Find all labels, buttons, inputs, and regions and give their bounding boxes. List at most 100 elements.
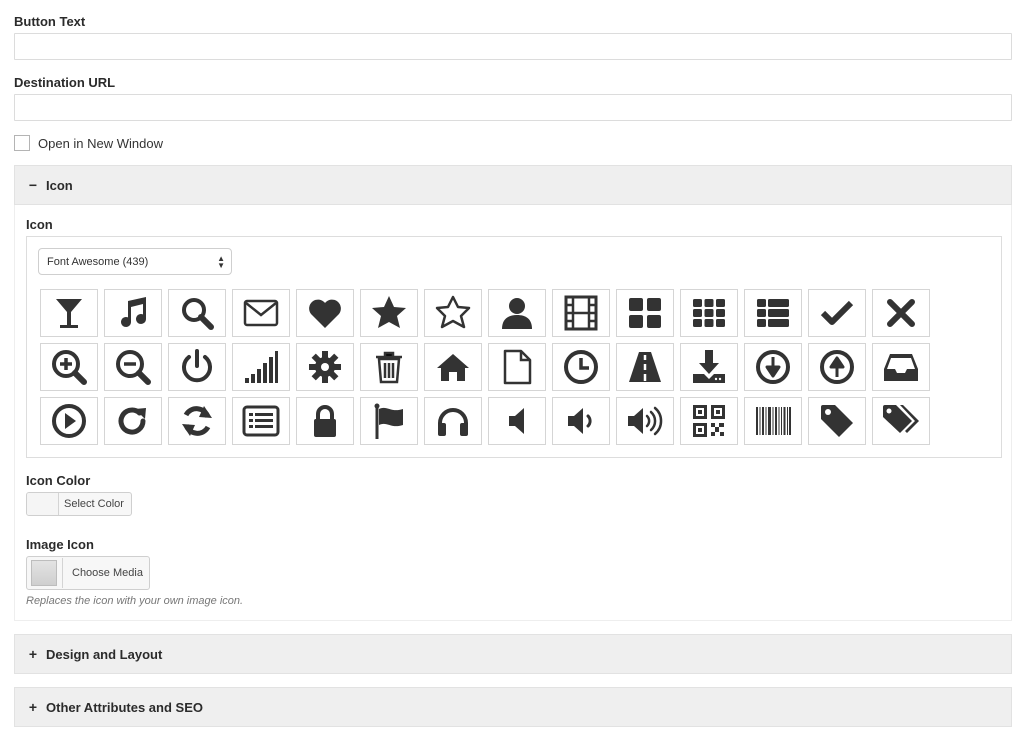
tags-icon — [883, 405, 919, 433]
icon-option[interactable] — [808, 397, 866, 445]
media-thumbnail — [31, 560, 57, 586]
icon-label: Icon — [26, 217, 53, 232]
icon-section-body: Icon Font Awesome (439) ▲ ▼ Icon Color Se… — [14, 205, 1012, 621]
icon-option[interactable] — [360, 289, 418, 337]
arrow-circle-down-icon — [756, 350, 790, 384]
check-icon — [820, 300, 854, 325]
arrow-circle-up-icon — [820, 350, 854, 384]
icon-option[interactable] — [488, 397, 546, 445]
home-icon — [437, 354, 469, 381]
icon-option[interactable] — [296, 397, 354, 445]
new-window-checkbox[interactable] — [14, 135, 30, 151]
signal-icon — [245, 351, 278, 383]
search-icon — [182, 298, 214, 330]
icon-set-selected: Font Awesome (439) — [47, 255, 149, 268]
new-window-option[interactable]: Open in New Window — [14, 135, 163, 151]
expand-icon: + — [28, 699, 38, 715]
choose-media-button[interactable]: Choose Media — [26, 556, 150, 590]
road-icon — [629, 352, 661, 382]
icon-option[interactable] — [232, 289, 290, 337]
new-window-label[interactable]: Open in New Window — [38, 136, 163, 151]
destination-url-input[interactable] — [14, 94, 1012, 121]
icon-option[interactable] — [872, 343, 930, 391]
other-section-title: Other Attributes and SEO — [46, 699, 203, 715]
icon-picker: Font Awesome (439) ▲ ▼ — [26, 236, 1002, 458]
refresh-icon — [182, 406, 212, 436]
envelope-icon — [243, 299, 279, 327]
trash-icon — [376, 351, 402, 384]
file-outline-icon — [503, 349, 532, 385]
icon-option[interactable] — [744, 397, 802, 445]
icon-option[interactable] — [808, 289, 866, 337]
button-text-label: Button Text — [14, 14, 86, 29]
icon-color-label: Icon Color — [26, 473, 91, 488]
select-color-button[interactable]: Select Color — [26, 492, 132, 516]
inbox-icon — [884, 354, 918, 381]
icon-option[interactable] — [872, 289, 930, 337]
repeat-icon — [118, 407, 146, 435]
icon-option[interactable] — [808, 343, 866, 391]
icon-option[interactable] — [232, 397, 290, 445]
icon-option[interactable] — [40, 289, 98, 337]
qrcode-icon — [693, 405, 725, 437]
barcode-icon — [756, 407, 791, 435]
star-outline-icon — [435, 295, 471, 329]
icon-option[interactable] — [680, 343, 738, 391]
lock-icon — [314, 405, 336, 437]
icon-option[interactable] — [488, 343, 546, 391]
icon-option[interactable] — [360, 397, 418, 445]
color-swatch — [27, 493, 59, 515]
heart-icon — [309, 299, 341, 328]
icon-option[interactable] — [872, 397, 930, 445]
icon-option[interactable] — [360, 343, 418, 391]
icon-option[interactable] — [40, 397, 98, 445]
icon-option[interactable] — [488, 289, 546, 337]
icon-option[interactable] — [296, 289, 354, 337]
times-icon — [887, 299, 915, 327]
icon-section-header[interactable]: − Icon — [14, 165, 1012, 205]
icon-option[interactable] — [104, 289, 162, 337]
icon-option[interactable] — [552, 397, 610, 445]
icon-option[interactable] — [168, 289, 226, 337]
icon-option[interactable] — [616, 289, 674, 337]
th-icon — [693, 299, 725, 327]
glass-icon — [56, 299, 82, 328]
headphones-icon — [438, 408, 468, 436]
icon-grid — [40, 289, 930, 445]
icon-option[interactable] — [744, 343, 802, 391]
icon-option[interactable] — [168, 343, 226, 391]
icon-option[interactable] — [40, 343, 98, 391]
icon-option[interactable] — [104, 343, 162, 391]
power-off-icon — [182, 349, 212, 383]
icon-option[interactable] — [104, 397, 162, 445]
music-icon — [121, 297, 146, 327]
list-alt-icon — [242, 405, 280, 437]
th-large-icon — [629, 298, 661, 328]
image-icon-label: Image Icon — [26, 537, 94, 552]
design-section-title: Design and Layout — [46, 646, 163, 662]
choose-media-label: Choose Media — [62, 558, 143, 588]
icon-option[interactable] — [232, 343, 290, 391]
icon-option[interactable] — [296, 343, 354, 391]
icon-option[interactable] — [744, 289, 802, 337]
user-icon — [502, 298, 532, 329]
icon-option[interactable] — [424, 343, 482, 391]
other-section-header[interactable]: + Other Attributes and SEO — [14, 687, 1012, 727]
icon-option[interactable] — [680, 289, 738, 337]
icon-option[interactable] — [616, 397, 674, 445]
button-text-input[interactable] — [14, 33, 1012, 60]
icon-option[interactable] — [424, 289, 482, 337]
icon-set-select[interactable]: Font Awesome (439) ▲ ▼ — [38, 248, 232, 275]
icon-option[interactable] — [680, 397, 738, 445]
icon-option[interactable] — [424, 397, 482, 445]
icon-option[interactable] — [552, 343, 610, 391]
zoom-in-icon — [52, 350, 87, 385]
icon-option[interactable] — [552, 289, 610, 337]
zoom-out-icon — [116, 350, 151, 385]
download-icon — [693, 350, 725, 383]
icon-option[interactable] — [616, 343, 674, 391]
icon-option[interactable] — [168, 397, 226, 445]
design-section-header[interactable]: + Design and Layout — [14, 634, 1012, 674]
volume-off-icon — [509, 408, 524, 434]
collapse-icon: − — [28, 177, 38, 193]
